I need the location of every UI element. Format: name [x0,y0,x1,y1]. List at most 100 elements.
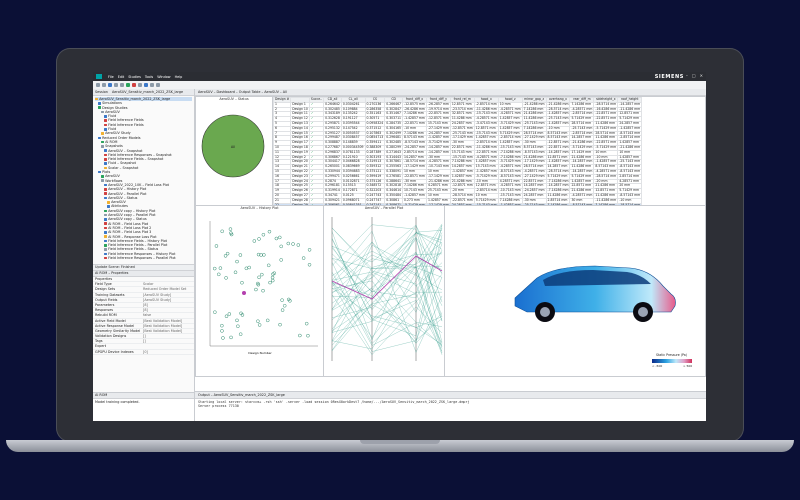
history-point-selected [242,291,246,295]
stop-icon[interactable] [132,83,136,87]
front-rim [540,307,550,317]
maximize-button[interactable]: □ [692,73,696,78]
history-point [265,318,270,323]
camera-icon[interactable] [156,83,160,87]
history-point [282,303,287,308]
menu-item-edit[interactable]: Edit [118,75,125,79]
tree-node-icon [101,132,104,135]
menu-item-studies[interactable]: Studies [128,75,141,79]
history-point [224,314,229,319]
property-key: Parameters [95,302,115,307]
close-button[interactable]: ✕ [700,73,703,78]
property-key: Design Sets [95,287,116,292]
history-point [257,275,261,280]
tree-node-icon [98,106,101,110]
menu-item-tools[interactable]: Tools [145,75,153,79]
status-panel: AeroSUV – Status All [195,96,273,206]
app-logo [96,74,102,79]
property-value [143,344,194,348]
status-pie[interactable]: All [196,102,272,202]
legend-min: < -500 [652,364,663,368]
history-point [235,259,239,264]
tree-node-icon [104,127,107,131]
save-icon[interactable] [108,83,112,87]
status-line: Update Scene: Finished [93,264,194,271]
redo-icon[interactable] [120,83,124,87]
tree-node-icon [104,248,107,251]
history-point [279,244,283,249]
property-row[interactable]: GPGPU Device Indexes [0] [93,350,194,355]
output-table-panel: Design # Succe.. CD_all CL_all CS CD front_dif… [272,96,706,206]
history-point [240,280,244,285]
menu-item-window[interactable]: Window [157,75,170,79]
tree-node-icon [104,243,107,247]
rear-rim [638,307,648,317]
tab-project[interactable]: AeroSUV_Sensitiv_march_2022_ZSK_large [112,90,183,94]
history-plot[interactable]: Design Number [196,211,323,371]
tree-node-icon [101,145,104,148]
minimize-button[interactable]: – [686,73,688,78]
menu-item-file[interactable]: File [108,75,114,79]
tree-node-icon [104,166,107,170]
window-controls: – □ ✕ [686,73,703,78]
open-icon[interactable] [102,83,106,87]
history-point [236,324,240,329]
parallel-line [331,232,443,338]
simulation-tree: AeroSUV_Sensitiv_march_2022_ZSK_large Sim… [93,96,194,264]
property-key: Responses [95,308,114,313]
left-tabs: Session AeroSUV_Sensitiv_march_2022_ZSK_… [93,89,194,96]
history-point [214,244,219,248]
output-tab[interactable]: Output – AeroSUV_Sensitiv_march_2022_ZSK… [195,392,706,399]
pause-icon[interactable] [138,83,142,87]
tree-item[interactable]: Field Inference Responses – Parallel Plo… [95,256,192,260]
tree-item-label: Scalar – Snapshot [108,165,139,170]
console-line: Server process 77130 [198,404,239,408]
view-icon[interactable] [150,83,154,87]
history-point [233,270,238,275]
left-panel: Session AeroSUV_Sensitiv_march_2022_ZSK_… [93,89,195,421]
history-point [229,335,233,340]
property-key: Output Fields [95,297,118,302]
property-key: Properties [95,277,113,281]
run-icon[interactable] [126,83,130,87]
laptop-notch [360,440,440,444]
history-point [286,241,291,246]
property-key: Validation Designs [95,334,127,339]
history-point [256,319,260,323]
new-icon[interactable] [96,83,100,87]
tree-node-icon [104,222,107,226]
history-point [238,253,243,257]
history-point [307,248,312,252]
history-point [307,262,312,267]
parallel-line [331,232,443,330]
tab-dashboard[interactable]: AeroSUV – Dashboard – Output Table – Aer… [198,90,287,94]
history-point [291,242,295,246]
property-value: false [143,313,152,318]
parallel-plot-panel: AeroSUV – Parallel Plot [323,205,445,377]
property-value: [] [143,334,146,339]
car-scene[interactable] [445,206,706,376]
undo-icon[interactable] [114,83,118,87]
history-point [212,266,217,271]
history-point [261,288,265,293]
tree-node-icon [98,136,101,140]
history-point [247,265,251,270]
history-point [260,272,264,277]
history-point [220,329,224,333]
history-point [213,310,217,314]
property-value: [] [143,339,146,344]
history-point [244,266,249,271]
settings-icon[interactable] [144,83,148,87]
menu-item-help[interactable]: Help [175,75,183,79]
history-point [257,237,261,241]
tree-node-icon [104,235,107,238]
log-text: Model training completed. [95,400,140,404]
history-point [306,333,310,338]
tab-session[interactable]: Session [95,90,108,94]
tree-node-icon [104,209,107,213]
property-key: Tags [95,339,103,344]
parallel-line [331,271,443,346]
history-point [267,229,272,234]
history-point [224,276,228,280]
parallel-plot[interactable] [324,211,444,371]
